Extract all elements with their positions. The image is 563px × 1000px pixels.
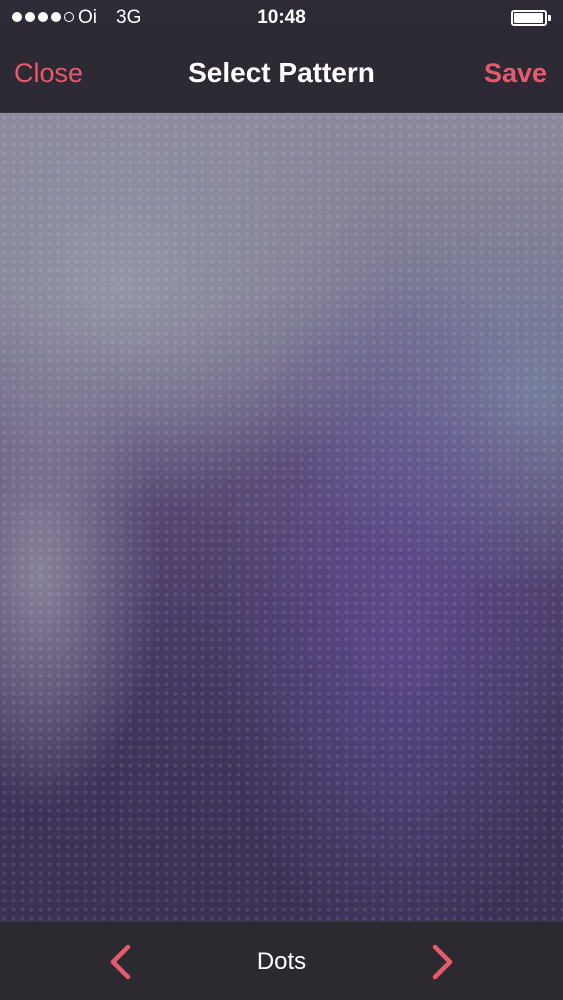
dots-pattern-overlay: [0, 113, 563, 921]
status-time: 10:48: [257, 7, 306, 28]
top-bar: Oi 3G 10:48 Close Select Pattern Save: [0, 0, 563, 113]
battery-icon: [511, 10, 551, 26]
navigation-bar: Close Select Pattern Save: [0, 36, 563, 112]
page-title: Select Pattern: [188, 57, 375, 88]
save-button[interactable]: Save: [484, 58, 547, 89]
status-bar: Oi 3G 10:48: [0, 0, 563, 36]
pattern-selector-bar: Dots: [0, 921, 563, 1000]
chevron-right-icon[interactable]: [424, 943, 460, 981]
pattern-preview: [0, 113, 563, 921]
pattern-name-label: Dots: [256, 948, 307, 975]
select-pattern-screen: Oi 3G 10:48 Close Select Pattern Save Do…: [0, 0, 563, 1000]
battery-fill: [514, 13, 543, 23]
